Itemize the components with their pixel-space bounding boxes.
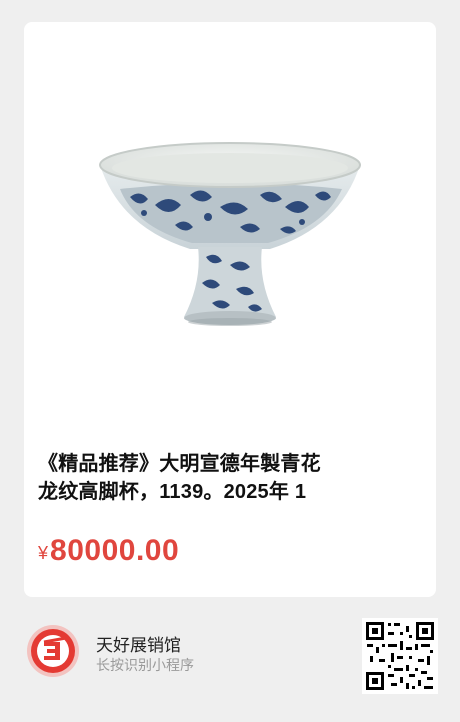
price: ¥ 80000.00 <box>38 534 179 568</box>
product-card[interactable]: 《精品推荐》大明宣德年製青花 龙纹高脚杯，1139。2025年 1 ¥ 8000… <box>24 22 436 597</box>
stem-cup-image <box>99 142 361 326</box>
shop-logo-icon[interactable] <box>26 624 80 678</box>
mini-program-footer: 天好展销馆 长按识别小程序 <box>0 600 460 722</box>
product-image[interactable] <box>70 22 390 432</box>
product-title[interactable]: 《精品推荐》大明宣德年製青花 龙纹高脚杯，1139。2025年 1 <box>38 450 424 506</box>
product-title-line-1: 《精品推荐》大明宣德年製青花 <box>38 453 321 475</box>
product-title-line-2: 龙纹高脚杯，1139。2025年 1 <box>38 481 307 503</box>
currency-symbol: ¥ <box>38 543 49 563</box>
shop-name: 天好展销馆 <box>96 636 181 655</box>
long-press-hint: 长按识别小程序 <box>96 657 194 673</box>
price-value: 80000.00 <box>50 534 180 567</box>
qr-code-icon[interactable] <box>362 618 438 694</box>
